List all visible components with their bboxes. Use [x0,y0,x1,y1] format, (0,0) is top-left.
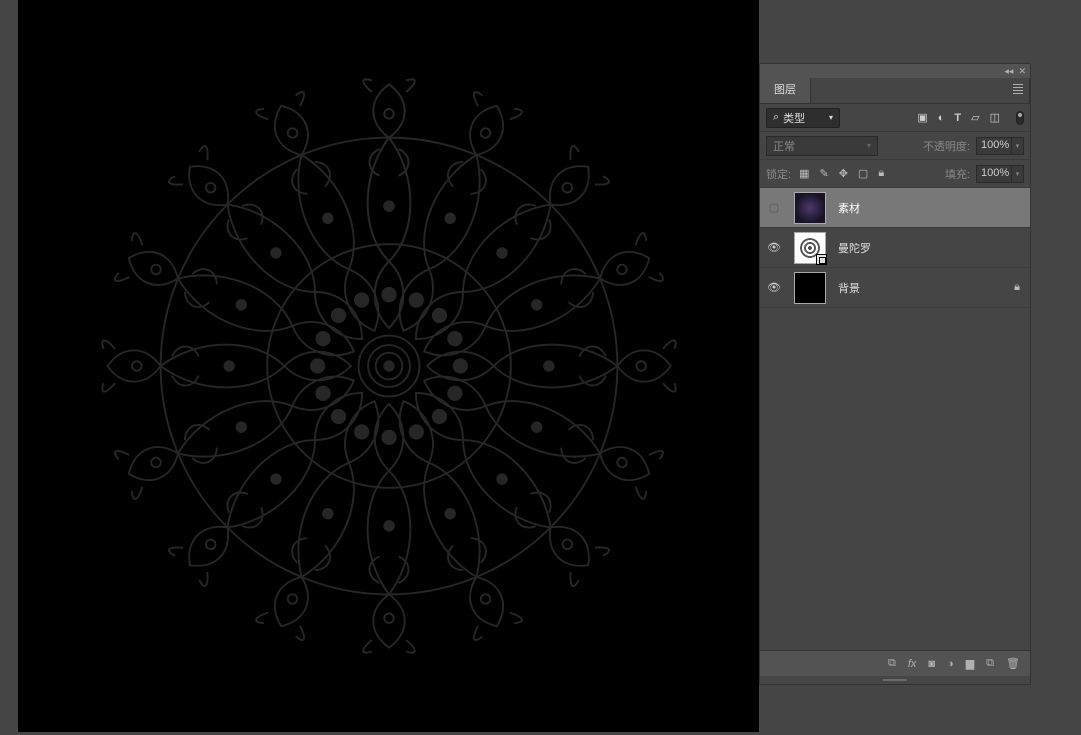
blend-mode-label: 正常 [773,138,795,154]
fill-input[interactable]: 100% [976,165,1012,183]
filter-shape-icon[interactable]: ▱ [971,111,979,124]
link-layers-icon[interactable]: ⧉ [888,657,896,670]
layer-kind-select[interactable]: ⌕ 类型 ▾ [766,108,840,128]
window-gutter [0,0,18,735]
layer-visibility-toggle[interactable]: 👁︎ [760,241,788,254]
new-group-icon[interactable]: ▆ [966,657,974,670]
filter-toggle[interactable] [1016,111,1024,125]
layer-name[interactable]: 素材 [832,200,1030,216]
smart-object-icon [816,254,827,265]
layers-panel: ◂◂ ✕ 图层 ⌕ 类型 ▾ ▣ [759,63,1031,685]
layer-thumbnail-col [788,272,832,304]
canvas[interactable] [18,0,759,732]
canvas-area [18,0,759,735]
blend-opacity-row: 正常 ▾ 不透明度: 100% ▾ [760,132,1030,160]
layer-lock-icon[interactable]: 🔒︎ [1004,281,1030,294]
layer-list-empty-space[interactable] [760,308,1030,650]
layer-name[interactable]: 曼陀罗 [832,240,1030,256]
filter-adjustment-icon[interactable]: ◐ [938,112,945,124]
panel-resize-grip[interactable] [760,676,1030,684]
opacity-label: 不透明度: [923,138,970,154]
layers-panel-footer: ⧉ fx ◙ ◑ ▆ ⧉ 🗑︎ [760,650,1030,676]
layer-visibility-toggle[interactable]: 👁︎ [760,281,788,294]
layer-thumbnail-col [788,232,832,264]
filter-smart-icon[interactable]: ◫ [990,111,1000,124]
tab-layers[interactable]: 图层 [760,78,811,103]
lock-label: 锁定: [766,166,791,182]
layer-filters: ▣ ◐ T ▱ ◫ [917,111,1024,125]
panel-titlebar: ◂◂ ✕ [760,64,1030,78]
layer-thumbnail-col [788,192,832,224]
delete-layer-icon[interactable]: 🗑︎ [1006,657,1020,670]
new-layer-icon[interactable]: ⧉ [986,657,994,670]
lock-all-icon[interactable]: 🔒︎ [878,167,884,180]
layer-row[interactable]: 👁︎ 曼陀罗 [760,228,1030,268]
lock-icons: ▦ ✎ ✥ ▢ 🔒︎ [799,167,884,180]
fill-label: 填充: [945,166,970,182]
layer-thumbnail[interactable] [794,192,826,224]
layer-thumbnail[interactable] [794,232,826,264]
workspace-background [759,0,1081,63]
filter-pixel-icon[interactable]: ▣ [917,111,927,124]
layer-visibility-toggle[interactable]: ▢ [760,201,788,214]
panel-close-icon[interactable]: ✕ [1018,67,1026,76]
add-mask-icon[interactable]: ◙ [928,658,935,670]
panel-menu-icon[interactable] [1013,84,1023,94]
layer-effects-icon[interactable]: fx [908,658,917,670]
lock-artboard-icon[interactable]: ▢ [858,167,868,180]
blend-mode-select[interactable]: 正常 ▾ [766,136,878,156]
opacity-dropdown-button[interactable]: ▾ [1012,137,1024,155]
layer-list: ▢ 素材 👁︎ 曼陀罗 👁︎ [760,188,1030,308]
tab-empty[interactable] [811,78,1030,103]
kind-select-label: 类型 [783,110,805,126]
lock-transparency-icon[interactable]: ▦ [799,167,809,180]
search-icon: ⌕ [773,111,779,124]
lock-fill-row: 锁定: ▦ ✎ ✥ ▢ 🔒︎ 填充: 100% ▾ [760,160,1030,188]
filter-row: ⌕ 类型 ▾ ▣ ◐ T ▱ ◫ [760,104,1030,132]
panel-collapse-icon[interactable]: ◂◂ [1004,67,1013,76]
layer-row[interactable]: 👁︎ 背景 🔒︎ [760,268,1030,308]
opacity-input[interactable]: 100% [976,137,1012,155]
chevron-down-icon: ▾ [829,113,833,122]
filter-text-icon[interactable]: T [954,112,961,124]
layer-thumbnail[interactable] [794,272,826,304]
chevron-down-icon: ▾ [867,141,871,150]
layer-row-selected[interactable]: ▢ 素材 [760,188,1030,228]
mandala-artwork [94,71,684,661]
lock-brush-icon[interactable]: ✎ [819,167,828,180]
lock-position-icon[interactable]: ✥ [839,167,848,180]
fill-dropdown-button[interactable]: ▾ [1012,165,1024,183]
new-adjustment-icon[interactable]: ◑ [947,658,954,670]
layer-name[interactable]: 背景 [832,280,1004,296]
